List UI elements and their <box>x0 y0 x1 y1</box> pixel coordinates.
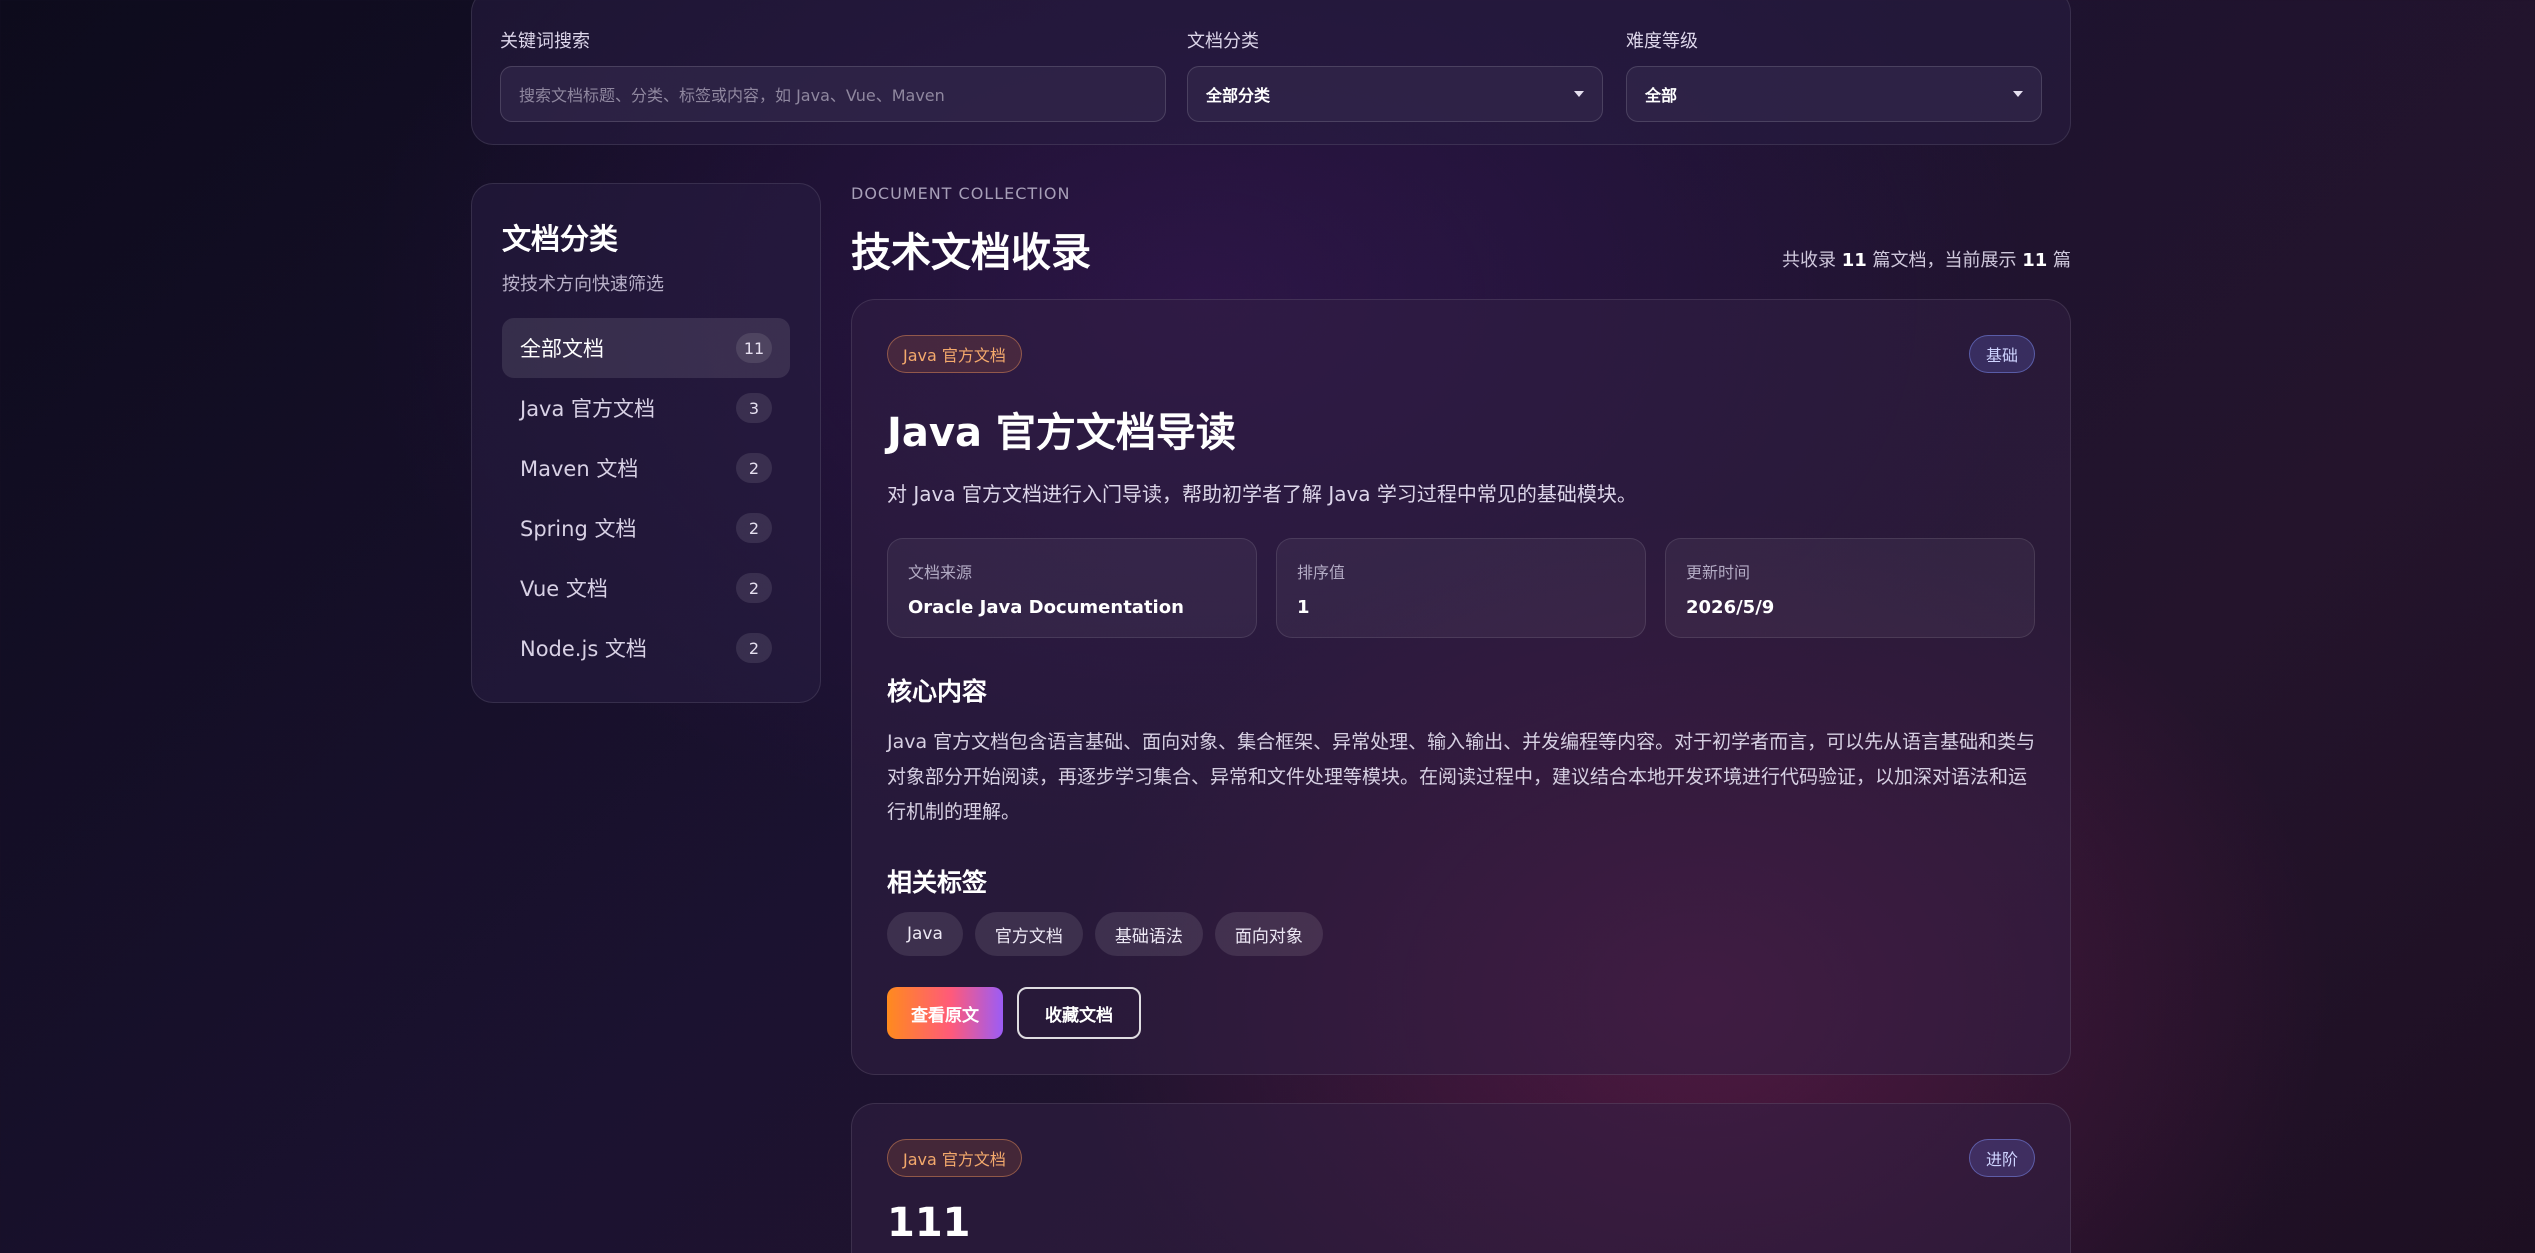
category-sidebar: 文档分类 按技术方向快速筛选 全部文档 11 Java 官方文档 3 Maven… <box>471 183 821 703</box>
keyword-search-input[interactable]: 搜索文档标题、分类、标签或内容，如 Java、Vue、Maven <box>500 66 1166 122</box>
page-title: 技术文档收录 <box>851 230 1091 276</box>
stats-middle: 篇文档，当前展示 <box>1866 250 2023 271</box>
meta-label: 排序值 <box>1297 563 1346 582</box>
meta-label: 更新时间 <box>1686 563 1751 582</box>
doc-description: 对 Java 官方文档进行入门导读，帮助初学者了解 Java 学习过程中常见的基… <box>887 482 1637 506</box>
stats-suffix: 篇 <box>2047 250 2071 271</box>
category-label: 文档分类 <box>1187 31 1259 52</box>
keyword-label: 关键词搜索 <box>500 31 590 52</box>
doc-count-stats: 共收录 11 篇文档，当前展示 11 篇 <box>1782 246 2071 272</box>
keyword-placeholder: 搜索文档标题、分类、标签或内容，如 Java、Vue、Maven <box>519 86 945 105</box>
meta-updated: 更新时间 2026/5/9 <box>1665 538 2035 638</box>
stats-shown: 11 <box>2022 250 2048 271</box>
chevron-down-icon <box>1574 91 1584 97</box>
tag-chip[interactable]: 基础语法 <box>1094 912 1203 956</box>
level-badge: 基础 <box>1968 335 2035 373</box>
sidebar-item-maven[interactable]: Maven 文档 2 <box>502 438 790 498</box>
meta-value: 1 <box>1297 597 1310 618</box>
count-badge: 2 <box>736 513 772 543</box>
sidebar-item-label: 全部文档 <box>520 337 604 361</box>
doc-card: Java 官方文档 进阶 111 <box>851 1103 2071 1253</box>
category-select-value: 全部分类 <box>1206 86 1271 105</box>
level-select[interactable]: 全部 <box>1626 66 2042 122</box>
level-filter: 难度等级 全部 <box>1626 27 2042 122</box>
stats-total: 11 <box>1841 250 1867 271</box>
view-original-button[interactable]: 查看原文 <box>887 987 1003 1039</box>
meta-label: 文档来源 <box>908 563 973 582</box>
count-badge: 2 <box>736 453 772 483</box>
filter-bar: 关键词搜索 搜索文档标题、分类、标签或内容，如 Java、Vue、Maven 文… <box>471 0 2071 145</box>
category-pill: Java 官方文档 <box>887 1139 1022 1177</box>
meta-value: Oracle Java Documentation <box>908 597 1184 618</box>
tags-heading: 相关标签 <box>887 868 988 897</box>
meta-value: 2026/5/9 <box>1686 597 1775 618</box>
sidebar-item-nodejs[interactable]: Node.js 文档 2 <box>502 618 790 678</box>
core-content-heading: 核心内容 <box>887 677 988 706</box>
sidebar-item-label: Java 官方文档 <box>520 397 656 421</box>
doc-card: Java 官方文档 基础 Java 官方文档导读 对 Java 官方文档进行入门… <box>851 299 2071 1075</box>
count-badge: 3 <box>736 393 772 423</box>
count-badge: 2 <box>736 573 772 603</box>
core-content-text: Java 官方文档包含语言基础、面向对象、集合框架、异常处理、输入输出、并发编程… <box>887 731 2036 823</box>
tag-chip[interactable]: Java <box>887 912 963 956</box>
sidebar-title: 文档分类 <box>502 222 619 256</box>
count-badge: 11 <box>736 333 772 363</box>
level-badge: 进阶 <box>1968 1139 2035 1177</box>
meta-source: 文档来源 Oracle Java Documentation <box>887 538 1257 638</box>
keyword-filter: 关键词搜索 搜索文档标题、分类、标签或内容，如 Java、Vue、Maven <box>500 27 1166 122</box>
count-badge: 2 <box>736 633 772 663</box>
chevron-down-icon <box>2013 91 2023 97</box>
stats-prefix: 共收录 <box>1781 250 1842 271</box>
category-select[interactable]: 全部分类 <box>1187 66 1603 122</box>
sidebar-subtitle: 按技术方向快速筛选 <box>502 274 664 295</box>
level-select-value: 全部 <box>1645 86 1678 105</box>
sidebar-item-label: Maven 文档 <box>520 457 639 481</box>
favorite-doc-button[interactable]: 收藏文档 <box>1017 987 1141 1039</box>
doc-title: Java 官方文档导读 <box>887 410 1236 456</box>
section-eyebrow: DOCUMENT COLLECTION <box>851 184 1071 203</box>
level-label: 难度等级 <box>1626 31 1698 52</box>
tag-list: Java 官方文档 基础语法 面向对象 <box>887 912 1323 956</box>
sidebar-item-label: Spring 文档 <box>520 517 637 541</box>
doc-title: 111 <box>887 1200 971 1246</box>
sidebar-item-spring[interactable]: Spring 文档 2 <box>502 498 790 558</box>
sidebar-item-all[interactable]: 全部文档 11 <box>502 318 790 378</box>
meta-sort: 排序值 1 <box>1276 538 1646 638</box>
tag-chip[interactable]: 面向对象 <box>1214 912 1323 956</box>
sidebar-item-label: Node.js 文档 <box>520 637 647 661</box>
tag-chip[interactable]: 官方文档 <box>974 912 1083 956</box>
sidebar-item-label: Vue 文档 <box>520 577 608 601</box>
category-pill: Java 官方文档 <box>887 335 1022 373</box>
sidebar-item-vue[interactable]: Vue 文档 2 <box>502 558 790 618</box>
sidebar-item-java[interactable]: Java 官方文档 3 <box>502 378 790 438</box>
category-filter: 文档分类 全部分类 <box>1187 27 1603 122</box>
card-actions: 查看原文 收藏文档 <box>887 987 1141 1039</box>
